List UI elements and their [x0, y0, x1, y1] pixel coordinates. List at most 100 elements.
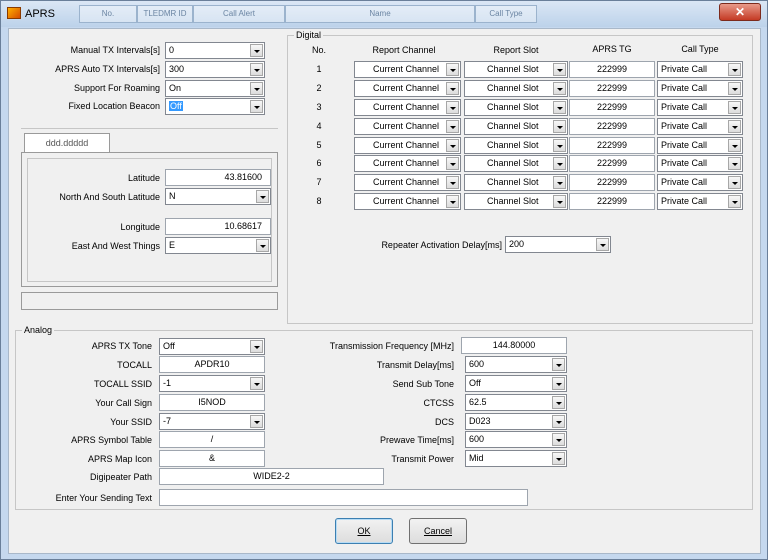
ctcss-select[interactable]: 62.5: [465, 394, 567, 411]
chevron-down-icon: [728, 63, 741, 76]
chevron-down-icon: [446, 120, 459, 133]
tx-power-label: Transmit Power: [391, 454, 454, 464]
map-icon-input[interactable]: &: [159, 450, 265, 467]
prewave-select[interactable]: 600: [465, 431, 567, 448]
report-channel-select[interactable]: Current Channel: [354, 118, 461, 135]
chevron-down-icon: [553, 176, 566, 189]
your-ssid-select[interactable]: -7: [159, 413, 265, 430]
aprs-tg-input[interactable]: 222999: [569, 61, 655, 78]
send-sub-tone-select[interactable]: Off: [465, 375, 567, 392]
tx-freq-input[interactable]: 144.80000: [461, 337, 567, 354]
aprs-tx-tone-label: APRS TX Tone: [91, 341, 152, 351]
call-type-select[interactable]: Private Call: [657, 155, 743, 172]
tab-strip-line: [21, 128, 278, 129]
dcs-select[interactable]: D023: [465, 413, 567, 430]
digipeater-input[interactable]: WIDE2-2: [159, 468, 384, 485]
tocall-input[interactable]: APDR10: [159, 356, 265, 373]
roaming-select[interactable]: On: [165, 80, 265, 97]
aprs-tg-input[interactable]: 222999: [569, 137, 655, 154]
report-channel-select[interactable]: Current Channel: [354, 80, 461, 97]
chevron-down-icon: [446, 101, 459, 114]
report-channel-select[interactable]: Current Channel: [354, 174, 461, 191]
chevron-down-icon: [728, 176, 741, 189]
symbol-table-input[interactable]: /: [159, 431, 265, 448]
report-slot-select[interactable]: Channel Slot: [464, 99, 568, 116]
chevron-down-icon: [596, 238, 609, 251]
chevron-down-icon: [256, 239, 269, 252]
call-type-select[interactable]: Private Call: [657, 61, 743, 78]
tab-ddd-ddddd[interactable]: ddd.ddddd: [24, 133, 110, 153]
cancel-button[interactable]: Cancel: [409, 518, 467, 544]
aprs-tg-input[interactable]: 222999: [569, 193, 655, 210]
row-number: 3: [316, 102, 322, 112]
repeater-delay-select[interactable]: 200: [505, 236, 611, 253]
report-slot-select[interactable]: Channel Slot: [464, 80, 568, 97]
title-bar[interactable]: APRS No. TLEDMR ID Call Alert Name Call …: [1, 1, 767, 27]
call-type-select[interactable]: Private Call: [657, 193, 743, 210]
row-number: 1: [316, 64, 322, 74]
symbol-table-label: APRS Symbol Table: [71, 435, 152, 445]
call-type-select[interactable]: Private Call: [657, 80, 743, 97]
call-sign-label: Your Call Sign: [95, 398, 152, 408]
ns-latitude-select[interactable]: N: [165, 188, 271, 205]
report-channel-select[interactable]: Current Channel: [354, 193, 461, 210]
aprs-tg-input[interactable]: 222999: [569, 118, 655, 135]
call-type-select[interactable]: Private Call: [657, 99, 743, 116]
repeater-delay-label: Repeater Activation Delay[ms]: [381, 240, 502, 250]
auto-tx-select[interactable]: 300: [165, 61, 265, 78]
longitude-input[interactable]: 10.68617: [165, 218, 271, 235]
call-type-select[interactable]: Private Call: [657, 118, 743, 135]
report-slot-select[interactable]: Channel Slot: [464, 118, 568, 135]
fixed-beacon-select[interactable]: Off: [165, 98, 265, 115]
close-button[interactable]: ✕: [719, 3, 761, 21]
tx-freq-label: Transmission Frequency [MHz]: [329, 341, 454, 351]
aprs-tg-input[interactable]: 222999: [569, 155, 655, 172]
report-slot-select[interactable]: Channel Slot: [464, 137, 568, 154]
report-channel-select[interactable]: Current Channel: [354, 99, 461, 116]
digipeater-label: Digipeater Path: [89, 472, 152, 482]
longitude-label: Longitude: [120, 222, 160, 232]
col-header-no: No.: [311, 45, 326, 55]
analog-group-title: Analog: [22, 325, 55, 335]
report-slot-select[interactable]: Channel Slot: [464, 174, 568, 191]
col-header-call-type: Call Type: [681, 44, 719, 54]
ew-label: East And West Things: [71, 241, 160, 251]
chevron-down-icon: [553, 195, 566, 208]
app-icon: [7, 7, 21, 19]
tocall-label: TOCALL: [117, 360, 152, 370]
aprs-tg-input[interactable]: 222999: [569, 174, 655, 191]
chevron-down-icon: [728, 120, 741, 133]
chevron-down-icon: [553, 101, 566, 114]
chevron-down-icon: [552, 452, 565, 465]
sending-text-label: Enter Your Sending Text: [55, 493, 152, 503]
chevron-down-icon: [256, 190, 269, 203]
chevron-down-icon: [250, 82, 263, 95]
chevron-down-icon: [250, 340, 263, 353]
sending-text-input[interactable]: [159, 489, 528, 506]
chevron-down-icon: [250, 100, 263, 113]
report-channel-select[interactable]: Current Channel: [354, 61, 461, 78]
call-sign-input[interactable]: I5NOD: [159, 394, 265, 411]
tx-delay-select[interactable]: 600: [465, 356, 567, 373]
aprs-tx-tone-select[interactable]: Off: [159, 338, 265, 355]
tx-power-select[interactable]: Mid: [465, 450, 567, 467]
aprs-tg-input[interactable]: 222999: [569, 80, 655, 97]
report-slot-select[interactable]: Channel Slot: [464, 61, 568, 78]
ew-select[interactable]: E: [165, 237, 271, 254]
digital-group-title: Digital: [294, 30, 324, 40]
cancel-button-label: Cancel: [423, 526, 452, 536]
report-channel-select[interactable]: Current Channel: [354, 155, 461, 172]
aprs-tg-input[interactable]: 222999: [569, 99, 655, 116]
chevron-down-icon: [728, 101, 741, 114]
chevron-down-icon: [728, 139, 741, 152]
report-slot-select[interactable]: Channel Slot: [464, 193, 568, 210]
call-type-select[interactable]: Private Call: [657, 174, 743, 191]
chevron-down-icon: [250, 415, 263, 428]
tocall-ssid-select[interactable]: -1: [159, 375, 265, 392]
report-channel-select[interactable]: Current Channel: [354, 137, 461, 154]
call-type-select[interactable]: Private Call: [657, 137, 743, 154]
latitude-input[interactable]: 43.81600: [165, 169, 271, 186]
report-slot-select[interactable]: Channel Slot: [464, 155, 568, 172]
ok-button[interactable]: OK: [335, 518, 393, 544]
manual-tx-select[interactable]: 0: [165, 42, 265, 59]
